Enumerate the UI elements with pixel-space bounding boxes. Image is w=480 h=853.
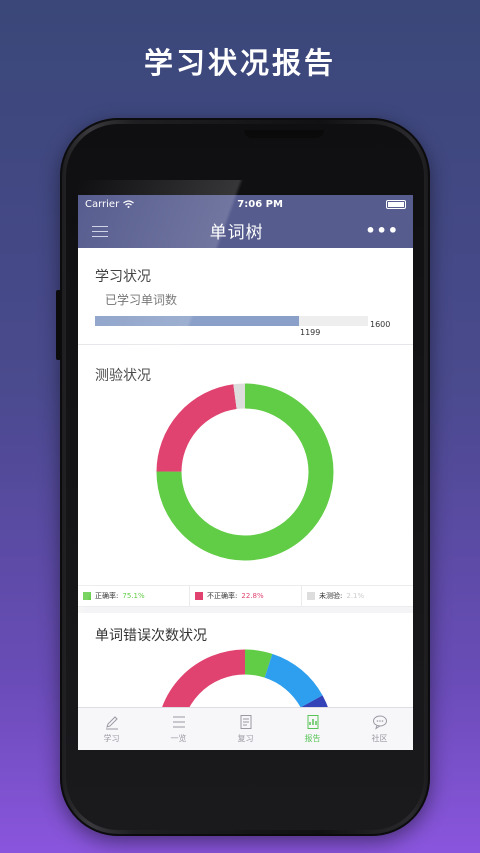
report-icon	[307, 715, 318, 729]
legend-untested-value: 2.1%	[346, 592, 365, 600]
app-screen: Carrier 7:06 PM 单词树 ••• 学习状况 已学习单词数 1199…	[78, 195, 413, 750]
total-count: 1600	[370, 320, 391, 329]
donut-slice-incorrect	[156, 384, 238, 473]
tab-report-label: 报告	[304, 734, 321, 743]
menu-icon[interactable]	[92, 225, 108, 237]
tab-report[interactable]: 报告	[279, 708, 346, 750]
promo-title: 学习状况报告	[143, 46, 336, 80]
tab-review-label: 复习	[237, 734, 254, 743]
legend-incorrect-value: 22.8%	[241, 592, 264, 600]
tab-review[interactable]: 复习	[212, 708, 279, 750]
legend-untested-label: 未测验:	[319, 592, 343, 600]
donut-slice-untested	[233, 383, 246, 410]
study-status-title: 学习状况	[95, 269, 151, 285]
learned-progress-fill	[95, 316, 300, 326]
quiz-donut-chart	[156, 383, 334, 561]
legend-correct-value: 75.1%	[122, 592, 145, 600]
legend-incorrect: 不正确率: 22.8%	[190, 586, 302, 606]
status-time: 7:06 PM	[237, 198, 283, 210]
legend-correct: 正确率: 75.1%	[78, 586, 190, 606]
tab-community-label: 社区	[371, 734, 388, 743]
legend-incorrect-label: 不正确率:	[207, 592, 238, 600]
phone-side-button	[56, 290, 61, 360]
tab-study[interactable]: 学习	[78, 708, 145, 750]
report-content[interactable]: 学习状况 已学习单词数 1199 1600 测验状况 正确率: 75.1% 不正…	[78, 248, 413, 743]
error-slice-1	[244, 649, 273, 678]
error-slice-2	[264, 653, 323, 708]
tab-study-label: 学习	[103, 734, 120, 743]
legend-swatch-correct	[83, 592, 91, 600]
phone-speaker	[244, 130, 324, 138]
quiz-legend: 正确率: 75.1% 不正确率: 22.8% 未测验: 2.1%	[78, 585, 413, 607]
nav-title: 单词树	[209, 223, 264, 243]
nav-bar: 单词树 •••	[78, 213, 413, 248]
list-icon	[172, 716, 185, 728]
more-icon[interactable]: •••	[365, 221, 399, 240]
tab-bar: 学习 一览 复习 报告 社区	[78, 707, 413, 750]
learned-progress-bar	[95, 316, 368, 326]
pencil-icon	[105, 716, 118, 730]
tab-overview-label: 一览	[170, 734, 187, 743]
battery-icon	[386, 199, 406, 209]
legend-untested: 未测验: 2.1%	[302, 586, 413, 606]
quiz-status-card: 测验状况	[78, 345, 413, 585]
status-bar: Carrier 7:06 PM	[78, 195, 413, 213]
learned-count: 1199	[300, 328, 321, 337]
wifi-icon	[123, 200, 135, 208]
learned-words-label: 已学习单词数	[105, 293, 178, 307]
study-status-card: 学习状况 已学习单词数 1199 1600	[78, 248, 413, 345]
document-icon	[240, 715, 251, 729]
legend-correct-label: 正确率:	[95, 592, 119, 600]
chat-bubble-icon	[372, 715, 387, 730]
tab-overview[interactable]: 一览	[145, 708, 212, 750]
legend-swatch-incorrect	[195, 592, 203, 600]
legend-swatch-untested	[307, 592, 315, 600]
carrier-label: Carrier	[85, 198, 120, 210]
tab-community[interactable]: 社区	[346, 708, 413, 750]
